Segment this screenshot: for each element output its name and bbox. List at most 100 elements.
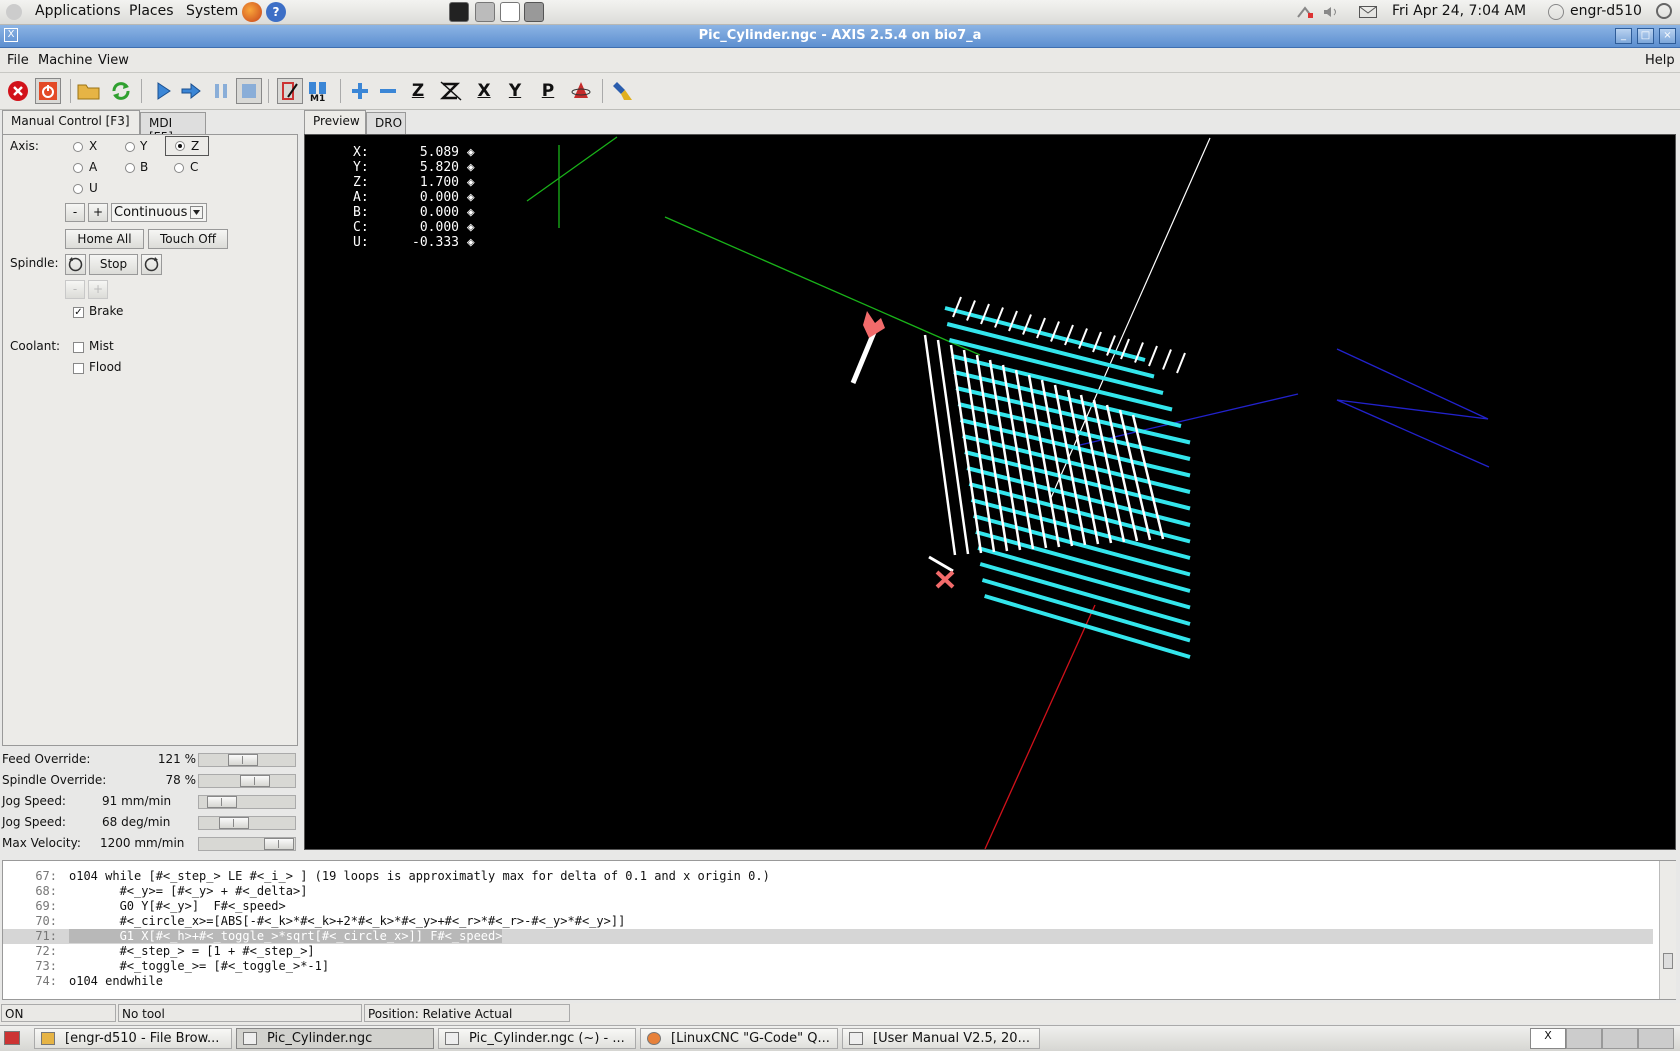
axis-radio-z[interactable] xyxy=(175,141,185,151)
terminal-icon[interactable] xyxy=(449,2,469,22)
zoom-in-icon[interactable] xyxy=(347,78,373,104)
taskbar-item-file-browser[interactable]: [engr-d510 - File Brow... xyxy=(34,1028,232,1049)
workspace-4[interactable] xyxy=(1638,1028,1674,1049)
axis-radio-u[interactable] xyxy=(73,184,83,194)
tab-mdi[interactable]: MDI [F5] xyxy=(140,112,206,144)
axis-radio-b[interactable] xyxy=(125,163,135,173)
block-delete-icon[interactable] xyxy=(277,78,303,104)
brake-checkbox[interactable]: ✓ xyxy=(73,307,84,318)
slider-thumb[interactable] xyxy=(207,796,237,808)
mist-checkbox[interactable] xyxy=(73,342,84,353)
preview-canvas[interactable]: X: 5.089 ◈ Y: 5.820 ◈ Z: 1.700 ◈ A: 0.000 ◈ … xyxy=(304,134,1676,850)
gnome-foot-icon[interactable] xyxy=(6,4,22,20)
view-z2-icon[interactable] xyxy=(438,78,464,104)
code-line[interactable]: 72: #<_step_> = [1 + #<_step_>] xyxy=(3,944,1653,959)
minimize-button[interactable]: _ xyxy=(1615,28,1632,44)
menu-view[interactable]: View xyxy=(98,53,129,68)
axis-z-option[interactable]: Z xyxy=(165,136,209,156)
scrollbar-thumb[interactable] xyxy=(1663,953,1673,969)
code-line[interactable]: 74: o104 endwhile xyxy=(3,974,1653,989)
spindle-cw-button[interactable] xyxy=(141,254,162,275)
pause-icon[interactable] xyxy=(208,78,234,104)
text-editor-icon[interactable] xyxy=(500,2,520,22)
max-velocity-slider[interactable] xyxy=(198,837,296,851)
workspace-2[interactable] xyxy=(1566,1028,1602,1049)
view-p-icon[interactable]: P xyxy=(535,78,561,104)
code-line[interactable]: 67: o104 while [#<_step_> LE #<_i_> ] (19… xyxy=(3,869,1653,884)
spindle-override-slider[interactable] xyxy=(198,774,296,788)
close-window-button[interactable]: × xyxy=(1659,28,1676,44)
toolpath-plot[interactable] xyxy=(305,135,1675,849)
touch-off-button[interactable]: Touch Off xyxy=(148,229,228,249)
chevron-down-icon[interactable] xyxy=(190,206,203,219)
calculator-icon[interactable] xyxy=(475,2,495,22)
code-line-current[interactable]: 71: G1 X[#<_h>+#<_toggle_>*sqrt[#<_circl… xyxy=(3,929,1653,944)
tab-preview[interactable]: Preview xyxy=(304,110,366,135)
applications-menu[interactable]: Applications xyxy=(35,3,121,19)
code-line[interactable]: 70: #<_circle_x>=[ABS[-#<_k>*#<_k>+2*#<_… xyxy=(3,914,1653,929)
tab-dro[interactable]: DRO xyxy=(366,112,406,134)
home-all-button[interactable]: Home All xyxy=(65,229,144,249)
step-icon[interactable] xyxy=(178,78,204,104)
workspace-1[interactable]: X xyxy=(1530,1028,1566,1049)
taskbar-item-axis[interactable]: Pic_Cylinder.ngc xyxy=(236,1028,434,1049)
jog-mode-select[interactable]: Continuous xyxy=(111,203,207,222)
view-y-icon[interactable]: Y xyxy=(502,78,528,104)
axis-radio-c[interactable] xyxy=(174,163,184,173)
spindle-stop-button[interactable]: Stop xyxy=(89,254,138,275)
clock[interactable]: Fri Apr 24, 7:04 AM xyxy=(1392,3,1526,19)
stop-program-icon[interactable] xyxy=(236,78,262,104)
axis-radio-x[interactable] xyxy=(73,142,83,152)
menu-file[interactable]: File xyxy=(7,53,29,68)
view-x-icon[interactable]: X xyxy=(471,78,497,104)
view-z-icon[interactable]: Z xyxy=(405,78,431,104)
volume-icon[interactable] xyxy=(1322,5,1340,19)
axis-radio-y[interactable] xyxy=(125,142,135,152)
open-file-icon[interactable] xyxy=(76,78,102,104)
firefox-icon[interactable] xyxy=(242,2,262,22)
axis-radio-a[interactable] xyxy=(73,163,83,173)
jog-minus-button[interactable]: - xyxy=(65,203,85,222)
network-icon[interactable] xyxy=(1296,5,1314,19)
maximize-button[interactable]: □ xyxy=(1637,28,1654,44)
tab-manual-control[interactable]: Manual Control [F3] xyxy=(2,110,140,135)
power-icon[interactable] xyxy=(1656,3,1672,19)
menu-machine[interactable]: Machine xyxy=(38,53,92,68)
spindle-faster-button[interactable]: + xyxy=(88,280,108,299)
workspace-3[interactable] xyxy=(1602,1028,1638,1049)
slider-thumb[interactable] xyxy=(264,838,294,850)
machine-power-button[interactable] xyxy=(35,78,61,104)
optional-stop-icon[interactable]: M1 xyxy=(305,78,331,104)
spindle-slower-button[interactable]: - xyxy=(65,280,85,299)
flood-checkbox[interactable] xyxy=(73,363,84,374)
run-program-icon[interactable] xyxy=(150,78,176,104)
rotate-icon[interactable] xyxy=(568,78,594,104)
mail-icon[interactable] xyxy=(1359,6,1377,18)
clear-plot-icon[interactable] xyxy=(610,78,636,104)
jog-plus-button[interactable]: + xyxy=(88,203,108,222)
code-line[interactable]: 73: #<_toggle_>= [#<_toggle_>*-1] xyxy=(3,959,1653,974)
places-menu[interactable]: Places xyxy=(129,3,174,19)
feed-override-slider[interactable] xyxy=(198,753,296,767)
jog-speed-slider[interactable] xyxy=(198,795,296,809)
taskbar-item-editor[interactable]: Pic_Cylinder.ngc (~) - ... xyxy=(438,1028,636,1049)
slider-thumb[interactable] xyxy=(240,775,270,787)
spindle-ccw-button[interactable] xyxy=(65,254,86,275)
help-icon[interactable]: ? xyxy=(266,2,286,22)
estop-button[interactable] xyxy=(5,78,31,104)
workspace-switcher[interactable]: X xyxy=(1530,1028,1675,1049)
reload-icon[interactable] xyxy=(108,78,134,104)
slider-thumb[interactable] xyxy=(228,754,258,766)
taskbar-item-user-manual[interactable]: [User Manual V2.5, 20... xyxy=(842,1028,1040,1049)
show-desktop-icon[interactable] xyxy=(4,1031,20,1045)
zoom-out-icon[interactable] xyxy=(375,78,401,104)
gcode-listing[interactable]: 67: o104 while [#<_step_> LE #<_i_> ] (19… xyxy=(2,860,1676,1000)
code-line[interactable]: 68: #<_y>= [#<_y> + #<_delta>] xyxy=(3,884,1653,899)
code-scrollbar[interactable] xyxy=(1659,861,1676,999)
angular-jog-speed-slider[interactable] xyxy=(198,816,296,830)
taskbar-item-firefox[interactable]: [LinuxCNC "G-Code" Q... xyxy=(640,1028,838,1049)
menu-help[interactable]: Help xyxy=(1645,53,1675,68)
user-name[interactable]: engr-d510 xyxy=(1570,3,1642,19)
screenshot-icon[interactable] xyxy=(524,2,544,22)
slider-thumb[interactable] xyxy=(219,817,249,829)
